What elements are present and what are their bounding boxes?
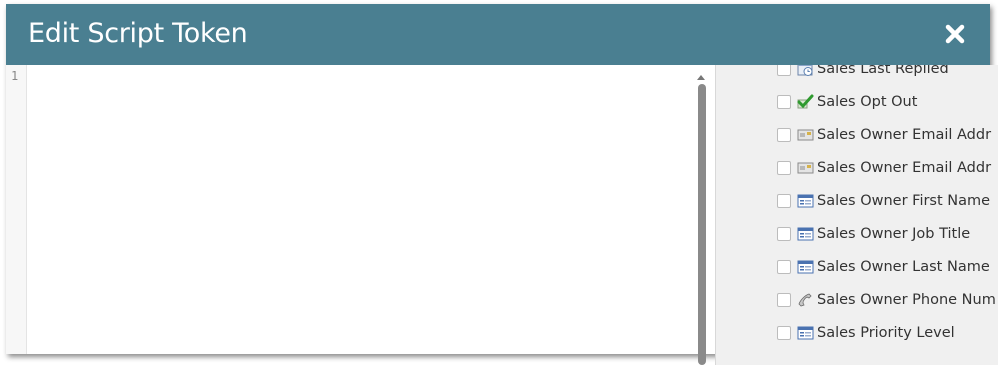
- text-field-icon: [797, 259, 814, 275]
- field-item[interactable]: Sales Owner Phone Num: [777, 289, 996, 311]
- field-label: Sales Owner Last Name: [817, 259, 990, 275]
- field-item[interactable]: Sales Owner Email Addr: [777, 124, 991, 146]
- field-item[interactable]: Sales Owner Job Title: [777, 223, 970, 245]
- field-item[interactable]: Sales Owner Email Addr: [777, 157, 991, 179]
- field-label: Sales Priority Level: [817, 325, 955, 341]
- field-label: Sales Opt Out: [817, 94, 918, 110]
- field-label: Sales Owner Job Title: [817, 226, 971, 242]
- email-card-icon: [797, 160, 814, 176]
- field-checkbox[interactable]: [777, 95, 791, 109]
- calendar-icon: [797, 65, 814, 77]
- field-checkbox[interactable]: [777, 260, 791, 274]
- field-item[interactable]: Sales Owner First Name: [777, 190, 990, 212]
- scrollbar-thumb[interactable]: [698, 84, 706, 365]
- email-card-icon: [797, 127, 814, 143]
- field-checkbox[interactable]: [777, 161, 791, 175]
- close-icon[interactable]: [942, 21, 968, 47]
- field-item[interactable]: Sales Owner Last Name: [777, 256, 990, 278]
- field-checkbox[interactable]: [777, 128, 791, 142]
- phone-icon: [797, 292, 814, 308]
- field-list-panel: Sales Last Replied Sales Opt Out Sales O…: [715, 65, 998, 365]
- checkmark-icon: [797, 94, 814, 110]
- field-label: Sales Owner Phone Num: [817, 292, 996, 308]
- text-field-icon: [797, 226, 814, 242]
- line-number-gutter: 1: [6, 65, 27, 354]
- dialog-titlebar: Edit Script Token: [6, 4, 990, 65]
- field-item[interactable]: Sales Priority Level: [777, 322, 955, 344]
- field-checkbox[interactable]: [777, 227, 791, 241]
- field-checkbox[interactable]: [777, 194, 791, 208]
- script-editor[interactable]: [27, 65, 702, 354]
- field-checkbox[interactable]: [777, 293, 791, 307]
- text-field-icon: [797, 325, 814, 341]
- line-number: 1: [11, 69, 19, 83]
- field-label: Sales Owner Email Addr: [817, 127, 992, 143]
- text-field-icon: [797, 193, 814, 209]
- field-checkbox[interactable]: [777, 65, 791, 76]
- dialog-title: Edit Script Token: [28, 18, 248, 49]
- scroll-up-arrow-icon[interactable]: [696, 69, 706, 80]
- editor-scrollbar[interactable]: [696, 82, 708, 365]
- field-checkbox[interactable]: [777, 326, 791, 340]
- field-item[interactable]: Sales Opt Out: [777, 91, 917, 113]
- field-label: Sales Last Replied: [817, 65, 949, 77]
- field-label: Sales Owner First Name: [817, 193, 991, 209]
- field-label: Sales Owner Email Addr: [817, 160, 992, 176]
- field-item[interactable]: Sales Last Replied: [777, 65, 949, 80]
